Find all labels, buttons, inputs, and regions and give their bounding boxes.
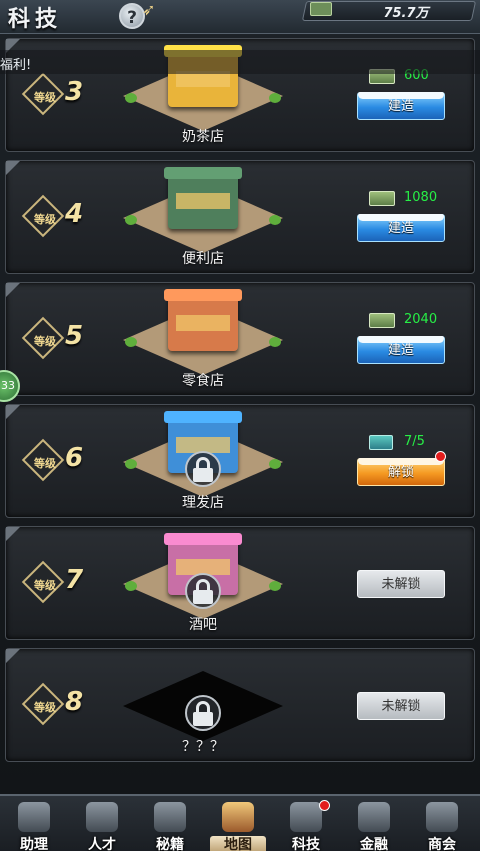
level-number: 7 [65,565,84,595]
shop-list[interactable]: 等级 3 奶茶店 600 建造 等级 4 便利店 1080 建造 等级 5 零食店 2040 建造 等级 6 理发… [0,34,480,794]
tree-icon [125,337,137,347]
nav-tab-label: 地图 [210,836,266,851]
button-label: 未解锁 [381,577,421,592]
cash-icon [369,313,395,328]
map-icon [222,802,254,832]
tree-icon [125,93,137,103]
nav-tab-secret-book[interactable]: 秘籍 [138,798,202,851]
nav-tab-map[interactable]: 地图 [206,798,270,851]
nav-tab-assistant[interactable]: 助理 [2,798,66,851]
tree-icon [269,337,281,347]
level-label: 等级 [34,579,56,592]
nav-tab-label: 助理 [20,837,48,851]
nav-tab-talent[interactable]: 人才 [70,798,134,851]
build-button[interactable]: 建造 [357,214,445,242]
cost-value: 1080 [404,190,438,205]
shop-card[interactable]: 等级 7 酒吧 未解锁 [5,526,475,640]
notification-dot [435,451,446,462]
level-label: 等级 [34,701,56,714]
tree-icon [269,459,281,469]
level-label: 等级 [34,335,56,348]
talent-icon [86,802,118,832]
button-label: 建造 [387,221,414,236]
button-label: 建造 [387,99,414,114]
ticket-icon [369,435,393,450]
shop-name: 理发店 [182,495,224,511]
tree-icon [269,581,281,591]
level-number: 3 [65,77,84,107]
level-number: 4 [65,199,84,229]
tech-icon [290,802,322,832]
shop-plot[interactable] [123,661,283,741]
button-label: 未解锁 [381,699,421,714]
tree-icon [125,581,137,591]
cost-value: 2040 [404,312,438,327]
level-number: 6 [65,443,84,473]
shop-card[interactable]: 等级 6 理发店 7/5 解锁 [5,404,475,518]
locked-button: 未解锁 [357,692,445,720]
chamber-icon [426,802,458,832]
button-label: 建造 [387,343,414,358]
level-label: 等级 [34,457,56,470]
nav-tab-tech[interactable]: 科技 [274,798,338,851]
shop-name: 酒吧 [189,617,217,633]
shop-plot[interactable] [123,411,283,497]
shop-plot[interactable] [123,167,283,253]
nav-tab-label: 商会 [428,837,456,851]
level-number: 5 [65,321,84,351]
tree-icon [125,215,137,225]
nav-tab-label: 金融 [360,837,388,851]
tree-icon [269,93,281,103]
finance-icon [358,802,390,832]
nav-tab-label: 秘籍 [156,837,184,851]
assistant-icon [18,802,50,832]
nav-tab-chamber[interactable]: 商会 [410,798,474,851]
cost-value: 7/5 [404,434,425,449]
unlock-button[interactable]: 解锁 [357,458,445,486]
level-number: 8 [65,687,84,717]
level-label: 等级 [34,213,56,226]
shop-plot[interactable] [123,289,283,375]
nav-tab-label: 科技 [292,837,320,851]
cash-stack-icon [310,2,332,16]
tree-icon [269,215,281,225]
building-image [164,289,242,351]
level-label: 等级 [34,91,56,104]
tree-icon [125,459,137,469]
shop-card[interactable]: 等级 4 便利店 1080 建造 [5,160,475,274]
nav-tab-label: 人才 [88,837,116,851]
build-button[interactable]: 建造 [357,92,445,120]
nav-tab-finance[interactable]: 金融 [342,798,406,851]
secret-book-icon [154,802,186,832]
notification-dot [319,800,330,811]
shop-card[interactable]: 等级 5 零食店 2040 建造 [5,282,475,396]
shop-name: ？？？ [182,739,224,755]
page-title: 科技 [8,7,63,32]
bottom-nav: 助理 人才 秘籍 地图 科技 金融 商会 [0,794,480,851]
flag-icon: ➶ [142,0,156,19]
top-bar: 科技 ? ➶ 75.7万 [0,0,480,34]
building-image [164,167,242,229]
shop-plot[interactable] [123,533,283,619]
build-button[interactable]: 建造 [357,336,445,364]
shop-name: 零食店 [182,373,224,389]
cash-icon [369,191,395,206]
money-amount: 75.7万 [383,6,429,21]
announcement-text: 福利! [0,58,32,73]
shop-name: 便利店 [182,251,224,267]
button-label: 解锁 [387,465,414,480]
shop-card[interactable]: 等级 8 ？？？ 未解锁 [5,648,475,762]
shop-name: 奶茶店 [182,129,224,145]
announcement-marquee: 福利! [0,50,480,74]
locked-button: 未解锁 [357,570,445,598]
